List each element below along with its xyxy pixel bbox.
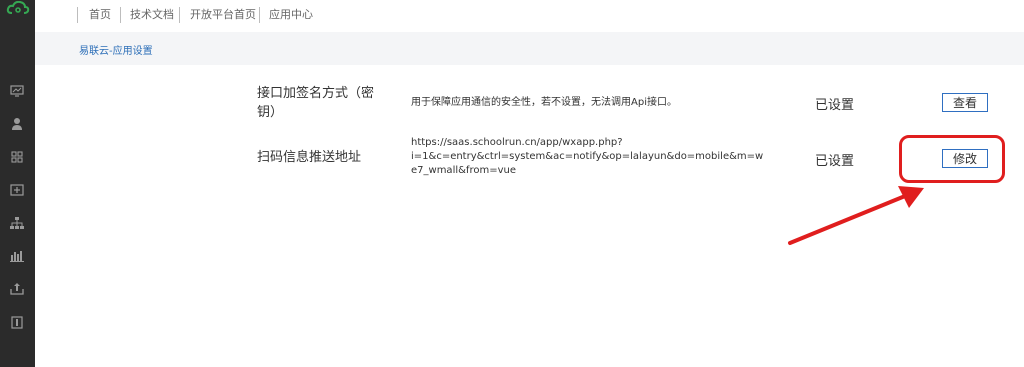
monitor-icon[interactable] [8, 82, 26, 100]
setting-desc-signature: 用于保障应用通信的安全性，若不设置，无法调用Api接口。 [411, 97, 677, 108]
top-nav: 首页 技术文档 开放平台首页 应用中心 [35, 0, 1024, 33]
cloud-logo-icon[interactable] [5, 0, 31, 16]
nav-app-center[interactable]: 应用中心 [269, 8, 313, 22]
url-line: e7_wmall&from=vue [411, 165, 516, 176]
breadcrumb[interactable]: 易联云-应用设置 [79, 42, 153, 57]
annotation-arrow-icon [788, 186, 924, 245]
nav-divider [120, 7, 121, 23]
nav-divider [259, 7, 260, 23]
nav-open-platform[interactable]: 开放平台首页 [190, 8, 256, 22]
setting-label-push-url: 扫码信息推送地址 [257, 150, 362, 165]
nav-divider [77, 7, 78, 23]
url-line: https://saas.schoolrun.cn/app/wxapp.php? [411, 137, 623, 148]
url-line: i=1&c=entry&ctrl=system&ac=notify&op=lal… [411, 151, 764, 162]
info-box-icon[interactable] [8, 313, 26, 331]
user-icon[interactable] [8, 115, 26, 133]
bar-chart-icon[interactable] [8, 247, 26, 265]
status-text: 已设置 [815, 98, 855, 113]
highlight-box [899, 135, 1005, 183]
sidebar [0, 0, 35, 367]
setting-label-signature: 接口加签名方式（密 钥） [257, 84, 397, 122]
view-button[interactable]: 查看 [942, 93, 988, 112]
nav-docs[interactable]: 技术文档 [130, 8, 174, 22]
add-box-icon[interactable] [8, 181, 26, 199]
upload-icon[interactable] [8, 280, 26, 298]
nav-divider [179, 7, 180, 23]
setting-label-line: 接口加签名方式（密 [257, 86, 375, 101]
grid-icon[interactable] [8, 148, 26, 166]
status-text: 已设置 [815, 154, 855, 169]
setting-label-line: 钥） [257, 105, 284, 120]
nav-home[interactable]: 首页 [89, 8, 111, 22]
setting-desc-push-url: https://saas.schoolrun.cn/app/wxapp.php?… [411, 136, 791, 178]
breadcrumb-bar: 易联云-应用设置 [35, 32, 1024, 65]
network-icon[interactable] [8, 214, 26, 232]
